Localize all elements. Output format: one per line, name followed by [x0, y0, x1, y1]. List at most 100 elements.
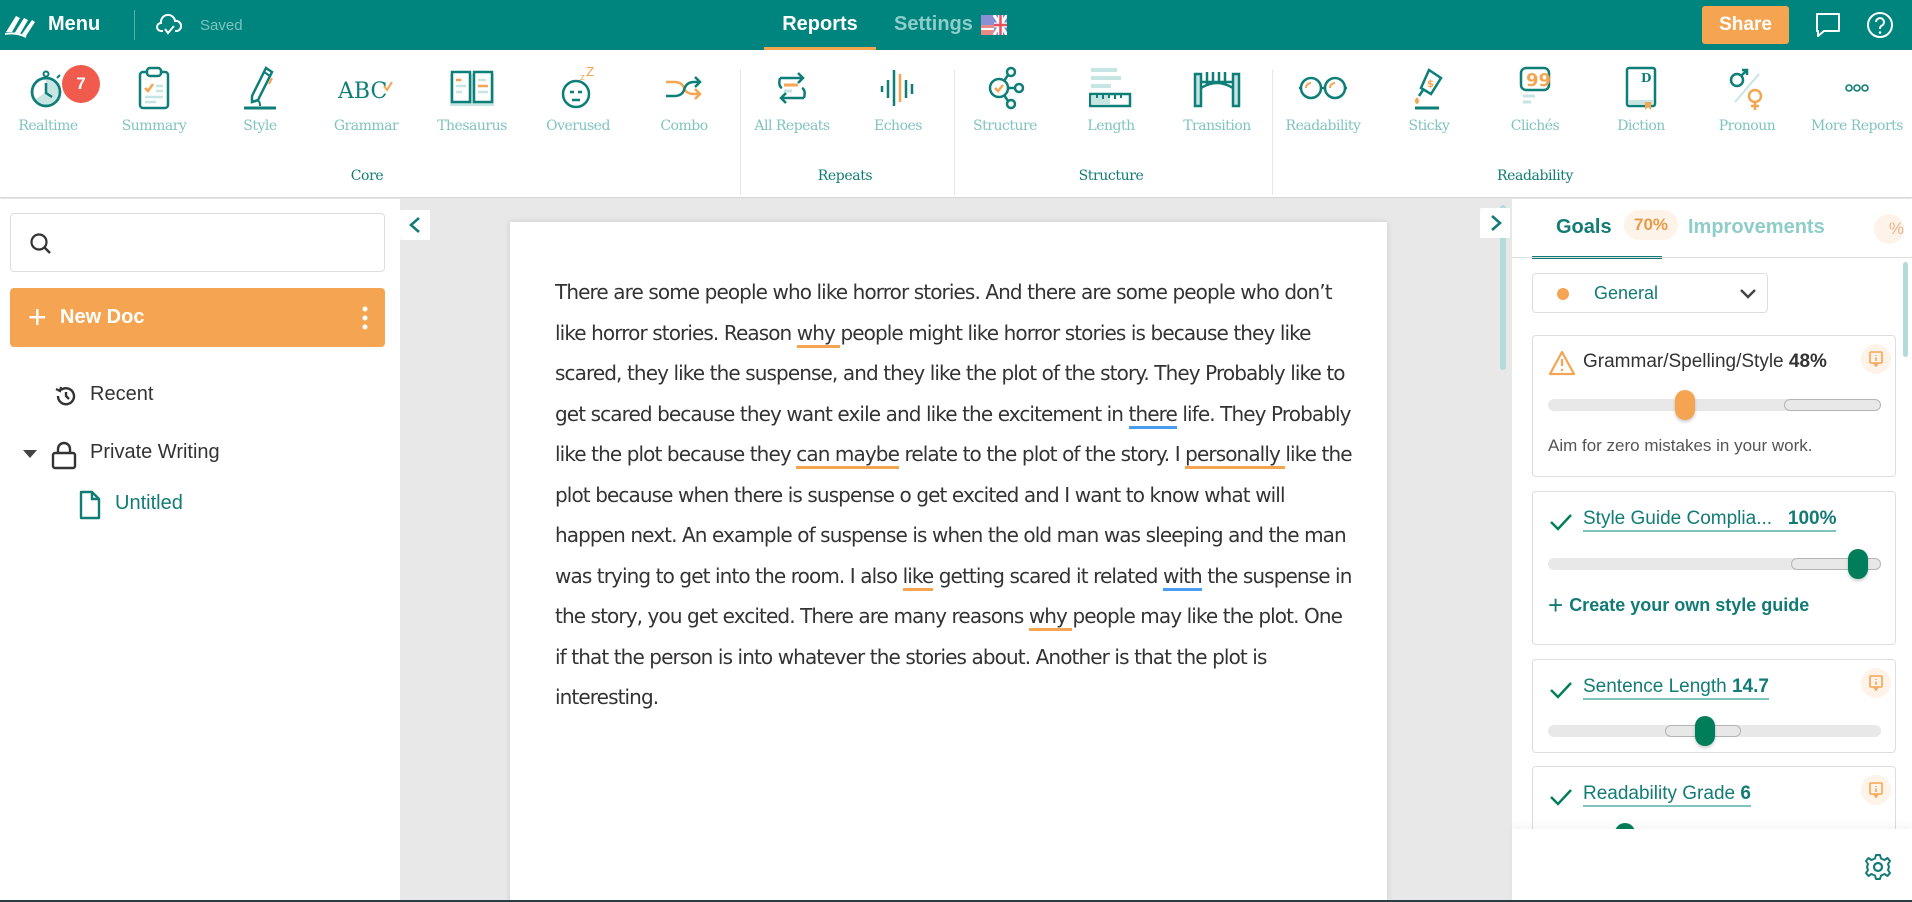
tool-grammar[interactable]: ABC Grammar — [316, 50, 416, 145]
repeat-arrows-icon — [778, 72, 806, 104]
tool-structure[interactable]: Structure — [955, 50, 1055, 145]
goal-type-select[interactable]: General — [1532, 273, 1768, 313]
tool-combo[interactable]: Combo — [634, 50, 734, 145]
clipboard-icon — [138, 66, 170, 110]
shuffle-icon — [666, 76, 702, 100]
create-style-guide-link[interactable]: + Create your own style guide — [1548, 590, 1809, 621]
suggestion-highlight[interactable]: with — [1163, 563, 1203, 591]
tool-realtime[interactable]: 7 Realtime — [0, 50, 100, 145]
info-icon[interactable] — [1861, 668, 1891, 698]
svg-text:D: D — [1641, 71, 1651, 85]
top-bar: Menu Saved Reports Settings Share — [0, 0, 1912, 50]
tab-goals[interactable]: Goals 70% — [1532, 199, 1678, 259]
document-page[interactable]: There are some people who like horror st… — [510, 222, 1387, 902]
tool-label: Combo — [660, 118, 708, 134]
tab-goals-label: Goals — [1556, 216, 1612, 238]
sidebar-item-untitled[interactable]: Untitled — [78, 489, 358, 521]
open-book-icon — [450, 70, 494, 106]
tool-label: Summary — [121, 118, 187, 134]
left-sidebar: + New Doc Recent Private Writing Untitle… — [0, 199, 400, 902]
tool-cliches[interactable]: 99 Clichés — [1485, 50, 1585, 145]
goal-slider-thumb[interactable] — [1694, 716, 1715, 746]
saved-status: Saved — [200, 17, 243, 34]
tool-style[interactable]: Style — [210, 50, 310, 145]
suggestion-highlight[interactable]: there — [1128, 401, 1178, 429]
flag-icon[interactable] — [981, 15, 1007, 35]
tool-label: Clichés — [1510, 118, 1560, 134]
tool-label: Structure — [973, 118, 1037, 134]
svg-text:Z: Z — [586, 66, 594, 79]
tool-all-repeats[interactable]: All Repeats — [742, 50, 842, 145]
tool-overused[interactable]: zZ Overused — [528, 50, 628, 145]
nav-settings[interactable]: Settings — [894, 13, 973, 36]
tool-thesaurus[interactable]: Thesaurus — [422, 50, 522, 145]
goal-card-grammar: Grammar/Spelling/Style 48% Aim for zero … — [1532, 335, 1896, 477]
tool-label: Grammar — [333, 118, 399, 134]
search-box[interactable] — [10, 213, 385, 272]
tool-label: Length — [1087, 118, 1135, 134]
tool-summary[interactable]: Summary — [104, 50, 204, 145]
tool-label: Echoes — [874, 118, 922, 134]
bridge-icon — [1193, 72, 1241, 108]
info-icon[interactable] — [1861, 344, 1891, 374]
tab-improvements[interactable]: Improvements — [1688, 216, 1825, 239]
sidebar-item-label: Untitled — [115, 492, 183, 514]
glue-icon: $ — [1415, 68, 1443, 110]
share-button[interactable]: Share — [1702, 6, 1789, 44]
tool-more-reports[interactable]: More Reports — [1802, 50, 1912, 145]
info-icon[interactable] — [1861, 775, 1891, 805]
group-label-structure: Structure — [1078, 168, 1144, 184]
help-icon[interactable] — [1866, 11, 1894, 39]
chevron-right-icon — [1491, 215, 1502, 231]
dictionary-icon: D — [1625, 66, 1657, 110]
collapse-goals-button[interactable] — [1480, 208, 1510, 238]
new-doc-button[interactable]: + New Doc — [10, 288, 385, 347]
suggestion-highlight[interactable]: personally — [1185, 442, 1286, 469]
goal-slider-thumb[interactable] — [1847, 549, 1868, 579]
suggestion-highlight[interactable]: why — [1028, 604, 1073, 631]
chat-icon[interactable] — [1815, 12, 1841, 38]
search-input[interactable] — [67, 224, 367, 262]
goal-target-range — [1784, 399, 1881, 411]
gear-icon[interactable] — [1864, 853, 1892, 881]
improvements-score-badge: % — [1874, 214, 1904, 244]
suggestion-highlight[interactable]: why — [796, 320, 841, 348]
document-text[interactable]: There are some people who like horror st… — [555, 272, 1355, 718]
tool-diction[interactable]: D Diction — [1591, 50, 1691, 145]
collapse-sidebar-button[interactable] — [400, 210, 430, 240]
tool-length[interactable]: Length — [1061, 50, 1161, 145]
goal-slider-track — [1548, 549, 1881, 579]
sleepy-face-icon: zZ — [561, 66, 594, 109]
caret-down-icon[interactable] — [22, 448, 38, 460]
tool-echoes[interactable]: Echoes — [848, 50, 948, 145]
goal-slider-thumb[interactable] — [1674, 390, 1695, 420]
goals-scrollbar[interactable] — [1903, 262, 1908, 357]
tool-label: Realtime — [18, 118, 78, 134]
goal-title-link[interactable]: Readability Grade 6 — [1583, 783, 1751, 807]
more-dots-icon — [1845, 84, 1869, 92]
suggestion-highlight[interactable]: like — [902, 563, 934, 591]
goal-title: Grammar/Spelling/Style 48% — [1583, 351, 1827, 372]
logo-icon[interactable] — [4, 12, 36, 38]
menu-button[interactable]: Menu — [48, 13, 100, 36]
tool-label: Diction — [1617, 118, 1665, 134]
tool-label: Style — [243, 118, 277, 134]
goal-title-link[interactable]: Sentence Length 14.7 — [1583, 676, 1769, 700]
tool-readability[interactable]: Readability — [1273, 50, 1373, 145]
structure-nodes-icon — [988, 66, 1025, 110]
kebab-menu-icon[interactable] — [355, 304, 375, 332]
tool-label: Thesaurus — [437, 118, 507, 134]
check-icon — [1550, 514, 1572, 531]
sidebar-item-private-writing[interactable]: Private Writing — [22, 439, 352, 471]
svg-text:ABC: ABC — [338, 79, 387, 104]
tool-pronoun[interactable]: Pronoun — [1697, 50, 1797, 145]
sidebar-item-recent[interactable]: Recent — [54, 382, 354, 412]
sidebar-item-label: Private Writing — [90, 441, 220, 463]
suggestion-highlight[interactable]: can maybe — [796, 442, 900, 469]
goal-title-link[interactable]: Style Guide Complia... 100% — [1583, 508, 1837, 532]
reports-ribbon: 7 Realtime Summary Style ABC Grammar The… — [0, 50, 1912, 198]
tool-sticky[interactable]: $ Sticky — [1379, 50, 1479, 145]
sound-wave-icon — [880, 70, 914, 106]
tool-transition[interactable]: Transition — [1167, 50, 1267, 145]
nav-reports[interactable]: Reports — [764, 0, 876, 50]
